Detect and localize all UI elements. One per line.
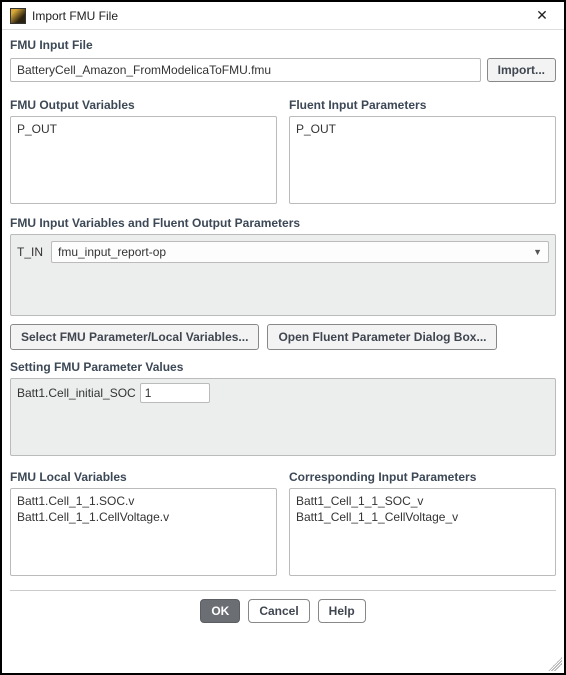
list-item[interactable]: P_OUT xyxy=(17,121,270,137)
list-item[interactable]: Batt1_Cell_1_1_SOC_v xyxy=(296,493,549,509)
fmu-local-variables-header: FMU Local Variables xyxy=(10,470,277,484)
list-item[interactable]: P_OUT xyxy=(296,121,549,137)
fmu-input-var-label: T_IN xyxy=(17,245,45,259)
fmu-input-variables-header: FMU Input Variables and Fluent Output Pa… xyxy=(10,216,556,230)
setting-fmu-parameter-panel: Batt1.Cell_initial_SOC xyxy=(10,378,556,456)
fluent-input-parameters-list[interactable]: P_OUT xyxy=(289,116,556,204)
titlebar: Import FMU File ✕ xyxy=(2,2,564,30)
fluent-input-parameters-header: Fluent Input Parameters xyxy=(289,98,556,112)
help-button[interactable]: Help xyxy=(318,599,366,623)
fmu-local-variables-list[interactable]: Batt1.Cell_1_1.SOC.v Batt1.Cell_1_1.Cell… xyxy=(10,488,277,576)
divider xyxy=(10,590,556,591)
footer-buttons: OK Cancel Help xyxy=(10,599,556,629)
list-item[interactable]: Batt1.Cell_1_1.SOC.v xyxy=(17,493,270,509)
open-fluent-parameter-dialog-button[interactable]: Open Fluent Parameter Dialog Box... xyxy=(267,324,497,350)
setting-fmu-parameter-values-header: Setting FMU Parameter Values xyxy=(10,360,556,374)
corresponding-input-parameters-header: Corresponding Input Parameters xyxy=(289,470,556,484)
fmu-output-variables-list[interactable]: P_OUT xyxy=(10,116,277,204)
fmu-file-path-input[interactable] xyxy=(10,58,481,82)
list-item[interactable]: Batt1_Cell_1_1_CellVoltage_v xyxy=(296,509,549,525)
fmu-output-variables-header: FMU Output Variables xyxy=(10,98,277,112)
chevron-down-icon: ▼ xyxy=(533,247,542,257)
content-area: FMU Input File Import... FMU Output Vari… xyxy=(2,30,564,673)
cancel-button[interactable]: Cancel xyxy=(248,599,309,623)
corresponding-input-parameters-list[interactable]: Batt1_Cell_1_1_SOC_v Batt1_Cell_1_1_Cell… xyxy=(289,488,556,576)
ok-button[interactable]: OK xyxy=(200,599,240,623)
dropdown-value: fmu_input_report-op xyxy=(58,245,166,259)
import-button[interactable]: Import... xyxy=(487,58,556,82)
fmu-parameter-value-input[interactable] xyxy=(140,383,210,403)
fmu-input-variables-panel: T_IN fmu_input_report-op ▼ xyxy=(10,234,556,316)
fmu-input-report-dropdown[interactable]: fmu_input_report-op ▼ xyxy=(51,241,549,263)
resize-grip-icon[interactable] xyxy=(548,657,562,671)
app-icon xyxy=(10,8,26,24)
fmu-parameter-label: Batt1.Cell_initial_SOC xyxy=(17,386,136,400)
list-item[interactable]: Batt1.Cell_1_1.CellVoltage.v xyxy=(17,509,270,525)
close-icon[interactable]: ✕ xyxy=(528,6,556,26)
select-fmu-parameter-button[interactable]: Select FMU Parameter/Local Variables... xyxy=(10,324,259,350)
import-fmu-window: Import FMU File ✕ FMU Input File Import.… xyxy=(0,0,566,675)
fmu-input-file-header: FMU Input File xyxy=(10,38,556,52)
window-title: Import FMU File xyxy=(32,9,528,23)
